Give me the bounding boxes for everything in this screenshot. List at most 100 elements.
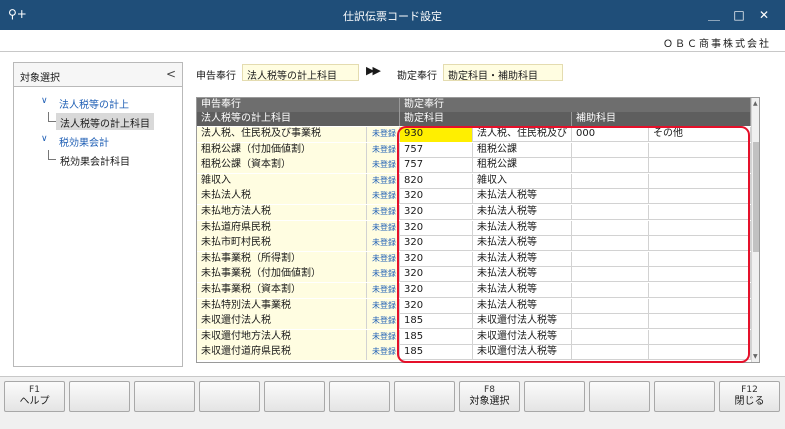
account-name: 未収還付法人税等 — [473, 345, 572, 361]
tree-leaf-houjinzei-kamoku[interactable]: 法人税等の計上科目 — [14, 112, 182, 131]
unregistered-link[interactable]: 未登録 — [367, 267, 400, 283]
unregistered-link[interactable]: 未登録 — [367, 314, 400, 330]
fkey-empty-button[interactable] — [329, 381, 390, 412]
unregistered-link[interactable]: 未登録 — [367, 189, 400, 205]
sub-account-name — [649, 283, 751, 298]
sub-account-code-input[interactable] — [572, 314, 649, 330]
table-row: 雑収入 未登録 820 雑収入 — [197, 173, 751, 189]
vertical-scrollbar[interactable]: ▲ ▼ — [751, 98, 759, 362]
unregistered-link[interactable]: 未登録 — [367, 298, 400, 314]
account-code-input[interactable]: 757 — [400, 158, 473, 174]
sub-account-code-input[interactable] — [572, 251, 649, 267]
unregistered-link[interactable]: 未登録 — [367, 236, 400, 252]
account-code-input[interactable]: 820 — [400, 173, 473, 189]
row-subject-name: 未収還付地方法人税 — [197, 329, 367, 345]
sub-account-name — [649, 251, 751, 267]
account-code-input[interactable]: 757 — [400, 142, 473, 158]
unregistered-link[interactable]: 未登録 — [367, 345, 400, 361]
account-code-input[interactable]: 185 — [400, 345, 473, 361]
table-row: 未払特別法人事業税 未登録 320 未払法人税等 — [197, 298, 751, 314]
account-code-input[interactable]: 320 — [400, 236, 473, 252]
chevron-down-icon[interactable]: ∨ — [41, 134, 48, 144]
sub-account-code-input[interactable] — [572, 173, 649, 189]
fkey-f1-button[interactable]: F1 ヘルプ — [4, 381, 65, 412]
account-code-input[interactable]: 930 — [400, 127, 473, 142]
fkey-empty-button[interactable] — [654, 381, 715, 412]
fkey-empty-button[interactable] — [199, 381, 260, 412]
unregistered-link[interactable]: 未登録 — [367, 329, 400, 345]
account-name: 未収還付法人税等 — [473, 329, 572, 345]
unregistered-link[interactable]: 未登録 — [367, 205, 400, 220]
table-row: 租税公課（資本割） 未登録 757 租税公課 — [197, 158, 751, 174]
tree-leaf-label: 法人税等の計上科目 — [56, 113, 154, 130]
sub-account-name — [649, 189, 751, 205]
sub-account-code-input[interactable] — [572, 158, 649, 174]
fkey-label: 閉じる — [734, 396, 765, 407]
sub-account-code-input[interactable]: 000 — [572, 127, 649, 142]
sub-account-code-input[interactable] — [572, 345, 649, 361]
fkey-empty-button[interactable] — [394, 381, 455, 412]
account-code-input[interactable]: 320 — [400, 220, 473, 236]
collapse-pane-icon[interactable]: < — [166, 67, 176, 81]
unregistered-link[interactable]: 未登録 — [367, 220, 400, 236]
sub-account-name — [649, 314, 751, 330]
account-code-input[interactable]: 185 — [400, 329, 473, 345]
scroll-thumb[interactable] — [753, 142, 759, 252]
sub-account-code-input[interactable] — [572, 220, 649, 236]
sub-account-code-input[interactable] — [572, 142, 649, 158]
account-name: 未払法人税等 — [473, 283, 572, 298]
sub-account-code-input[interactable] — [572, 205, 649, 220]
account-code-input[interactable]: 320 — [400, 298, 473, 314]
tree-node-houjinzei[interactable]: ∨ 法人税等の計上 — [14, 93, 182, 112]
sub-account-code-input[interactable] — [572, 298, 649, 314]
sub-account-code-input[interactable] — [572, 329, 649, 345]
declaration-label: 申告奉行 — [196, 71, 236, 82]
sub-account-code-input[interactable] — [572, 267, 649, 283]
unregistered-link[interactable]: 未登録 — [367, 283, 400, 298]
fkey-empty-button[interactable] — [589, 381, 650, 412]
scroll-down-icon[interactable]: ▼ — [753, 353, 758, 360]
close-icon[interactable]: ✕ — [755, 6, 773, 24]
unregistered-link[interactable]: 未登録 — [367, 142, 400, 158]
fkey-empty-button[interactable] — [134, 381, 195, 412]
minimize-icon[interactable]: ＿ — [705, 6, 723, 24]
fkey-number: F1 — [29, 385, 40, 395]
account-code-input[interactable]: 320 — [400, 283, 473, 298]
account-code-input[interactable]: 320 — [400, 251, 473, 267]
table-row: 未収還付法人税 未登録 185 未収還付法人税等 — [197, 314, 751, 330]
unregistered-link[interactable]: 未登録 — [367, 251, 400, 267]
fkey-label: 対象選択 — [469, 396, 510, 407]
account-code-input[interactable]: 320 — [400, 205, 473, 220]
sub-account-code-input[interactable] — [572, 236, 649, 252]
account-name: 未払法人税等 — [473, 251, 572, 267]
header-sub-account: 補助科目 — [572, 112, 751, 126]
account-name: 法人税、住民税及び — [473, 127, 572, 142]
unregistered-link[interactable]: 未登録 — [367, 127, 400, 142]
account-code-input[interactable]: 320 — [400, 189, 473, 205]
fkey-empty-button[interactable] — [524, 381, 585, 412]
double-arrow-icon: ▶▶ — [366, 64, 381, 77]
unregistered-link[interactable]: 未登録 — [367, 158, 400, 174]
sub-account-name — [649, 142, 751, 158]
sub-account-code-input[interactable] — [572, 189, 649, 205]
tree-leaf-zeikouka-kamoku[interactable]: 税効果会計科目 — [14, 150, 182, 169]
fkey-f8-button[interactable]: F8 対象選択 — [459, 381, 520, 412]
table-row: 未払市町村民税 未登録 320 未払法人税等 — [197, 236, 751, 252]
sub-account-code-input[interactable] — [572, 283, 649, 298]
account-code-input[interactable]: 185 — [400, 314, 473, 330]
row-subject-name: 未払地方法人税 — [197, 205, 367, 220]
header-account: 勘定科目 — [400, 112, 572, 126]
table-row: 未払道府県民税 未登録 320 未払法人税等 — [197, 220, 751, 236]
chevron-down-icon[interactable]: ∨ — [41, 96, 48, 106]
tree-node-zeikouka[interactable]: ∨ 税効果会計 — [14, 131, 182, 150]
row-subject-name: 租税公課（付加価値割） — [197, 142, 367, 158]
unregistered-link[interactable]: 未登録 — [367, 173, 400, 189]
account-code-input[interactable]: 320 — [400, 267, 473, 283]
maximize-icon[interactable]: □ — [730, 6, 748, 24]
fkey-empty-button[interactable] — [69, 381, 130, 412]
scroll-up-icon[interactable]: ▲ — [753, 100, 758, 107]
row-subject-name: 法人税、住民税及び事業税 — [197, 127, 367, 142]
account-name: 租税公課 — [473, 158, 572, 174]
fkey-empty-button[interactable] — [264, 381, 325, 412]
fkey-f12-button[interactable]: F12 閉じる — [719, 381, 780, 412]
